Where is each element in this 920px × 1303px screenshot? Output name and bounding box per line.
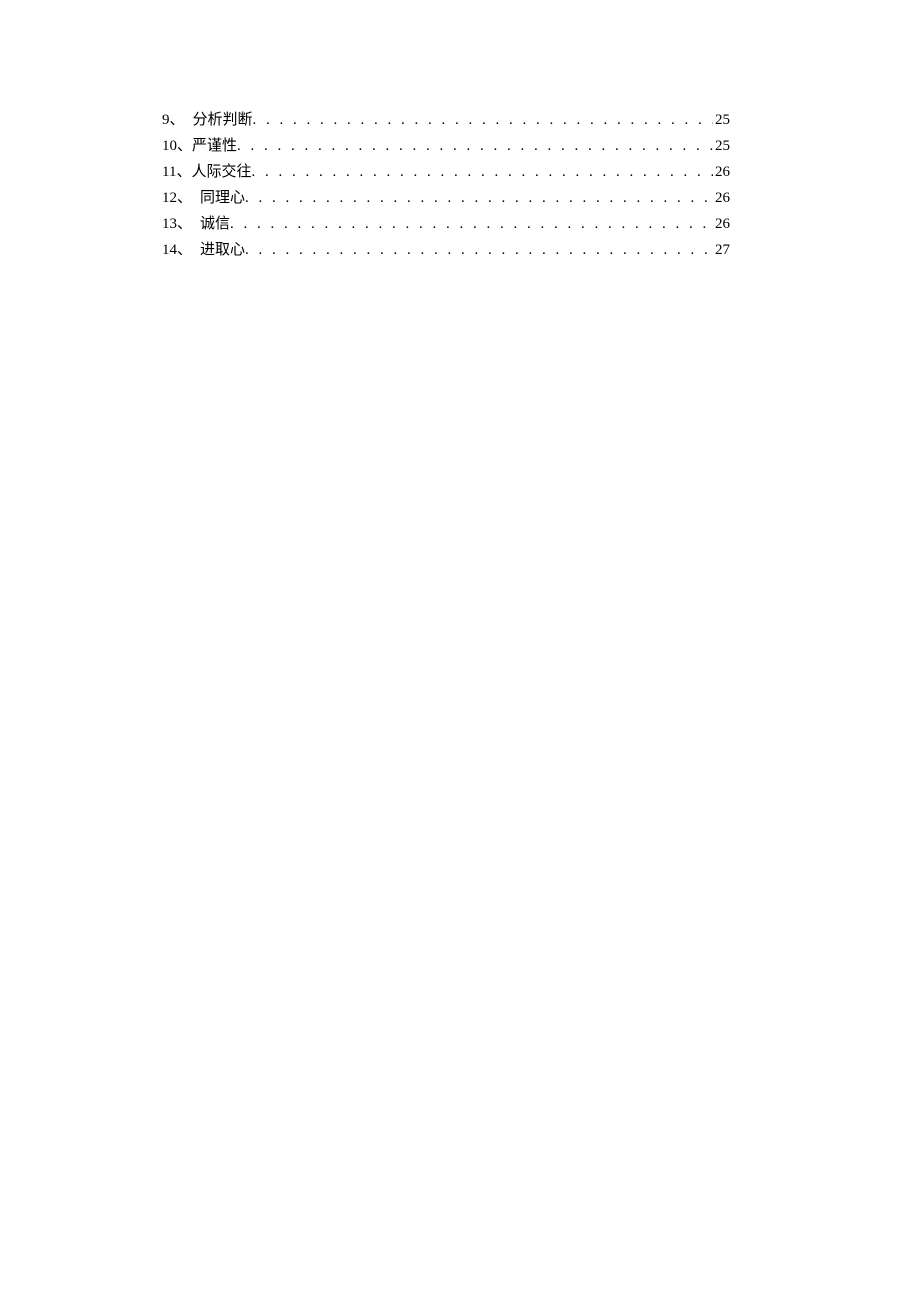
toc-entry-page: 26 bbox=[713, 186, 730, 210]
toc-entry-separator: 、 bbox=[177, 186, 192, 210]
toc-entry-page: 25 bbox=[713, 108, 730, 132]
toc-entry-number: 11 bbox=[162, 160, 176, 184]
toc-entry-number: 10 bbox=[162, 134, 177, 158]
toc-entry-number: 12 bbox=[162, 186, 177, 210]
toc-entry-separator: 、 bbox=[170, 108, 185, 132]
toc-entry-page: 26 bbox=[713, 160, 730, 184]
toc-entry-separator: 、 bbox=[177, 134, 192, 158]
toc-entry-title: 严谨性 bbox=[192, 134, 237, 158]
toc-entry-number: 9 bbox=[162, 108, 170, 132]
toc-entry: 9、分析判断. . . . . . . . . . . . . . . . . … bbox=[162, 108, 730, 132]
toc-entry-title: 同理心 bbox=[192, 186, 245, 210]
toc-entry-title: 诚信 bbox=[192, 212, 230, 236]
toc-entry-number: 13 bbox=[162, 212, 177, 236]
toc-list: 9、分析判断. . . . . . . . . . . . . . . . . … bbox=[162, 108, 730, 262]
toc-entry-leader-dots: . . . . . . . . . . . . . . . . . . . . … bbox=[245, 186, 713, 210]
toc-entry-page: 25 bbox=[713, 134, 730, 158]
toc-entry-title: 人际交往 bbox=[191, 160, 251, 184]
toc-entry: 11、人际交往 . . . . . . . . . . . . . . . . … bbox=[162, 160, 730, 184]
toc-entry-number: 14 bbox=[162, 238, 177, 262]
toc-page: 9、分析判断. . . . . . . . . . . . . . . . . … bbox=[0, 0, 920, 262]
toc-entry: 10、严谨性. . . . . . . . . . . . . . . . . … bbox=[162, 134, 730, 158]
toc-entry-leader-dots: . . . . . . . . . . . . . . . . . . . . … bbox=[230, 212, 713, 236]
toc-entry-separator: 、 bbox=[177, 212, 192, 236]
toc-entry-page: 26 bbox=[713, 212, 730, 236]
toc-entry-title: 进取心 bbox=[192, 238, 245, 262]
toc-entry-separator: 、 bbox=[177, 238, 192, 262]
toc-entry: 12、同理心. . . . . . . . . . . . . . . . . … bbox=[162, 186, 730, 210]
toc-entry: 13、诚信. . . . . . . . . . . . . . . . . .… bbox=[162, 212, 730, 236]
toc-entry-leader-dots: . . . . . . . . . . . . . . . . . . . . … bbox=[251, 160, 713, 184]
toc-entry-title: 分析判断 bbox=[185, 108, 253, 132]
toc-entry-leader-dots: . . . . . . . . . . . . . . . . . . . . … bbox=[253, 108, 713, 132]
toc-entry: 14、进取心. . . . . . . . . . . . . . . . . … bbox=[162, 238, 730, 262]
toc-entry-leader-dots: . . . . . . . . . . . . . . . . . . . . … bbox=[245, 238, 713, 262]
toc-entry-separator: 、 bbox=[176, 160, 191, 184]
toc-entry-leader-dots: . . . . . . . . . . . . . . . . . . . . … bbox=[237, 134, 713, 158]
toc-entry-page: 27 bbox=[713, 238, 730, 262]
